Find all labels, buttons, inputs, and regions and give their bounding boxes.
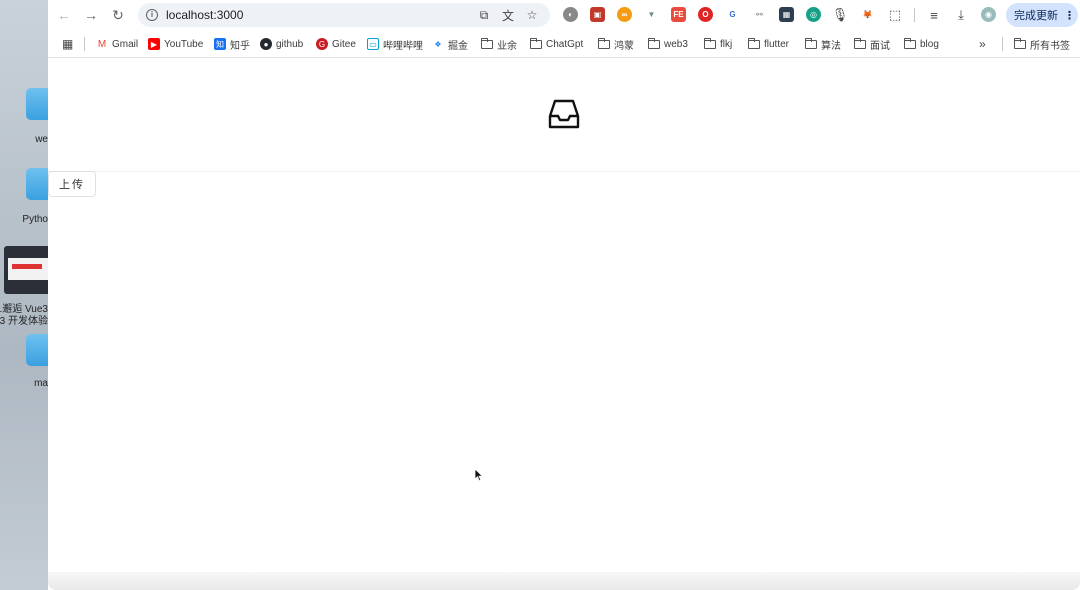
upload-dropzone[interactable]	[48, 58, 1080, 172]
gitee-icon: G	[316, 38, 328, 50]
update-button[interactable]: 完成更新 ⋮	[1006, 3, 1078, 27]
menu-dots-icon[interactable]: ⋮	[1064, 9, 1075, 22]
all-bookmarks-folder[interactable]: 所有书签	[1013, 36, 1070, 52]
extension-chatgpt-icon[interactable]: ◎	[806, 7, 821, 22]
folder-icon	[529, 37, 542, 49]
extension-fe-helper-icon[interactable]: FE	[671, 7, 686, 22]
desktop-label-vue3-subtitle: ue3 开发体验	[0, 316, 48, 327]
bookmark-folder-web3[interactable]: web3	[647, 36, 688, 52]
install-app-icon[interactable]: ⧉	[476, 7, 492, 23]
download-icon[interactable]: ⤓	[952, 6, 970, 24]
apps-grid-icon[interactable]: ▦	[62, 36, 73, 52]
gmail-icon: M	[96, 38, 108, 50]
folder-icon	[703, 37, 716, 49]
bookmark-star-icon[interactable]: ☆	[524, 7, 540, 23]
extension-dark-mode-icon[interactable]: ◐	[563, 7, 578, 22]
github-icon: ●	[260, 38, 272, 50]
zhihu-icon: 知	[214, 38, 226, 50]
microphone-icon[interactable]: 🎙	[831, 6, 849, 24]
bookmark-folder-blog[interactable]: blog	[903, 36, 939, 52]
bookmark-github[interactable]: ● github	[260, 36, 303, 52]
browser-window: ← → ↻ i ⧉ 文 ☆ ◐ ▣ ∞ ▼ FE O G ⚯ ▦ ◎ 🎙 🦊 ⬚…	[48, 0, 1080, 590]
desktop-folder-icon[interactable]	[26, 334, 48, 366]
desktop-label-ma: ma	[34, 378, 48, 389]
bookmark-folder-mianshi[interactable]: 面试	[853, 36, 890, 52]
browser-toolbar: ← → ↻ i ⧉ 文 ☆ ◐ ▣ ∞ ▼ FE O G ⚯ ▦ ◎ 🎙 🦊 ⬚…	[48, 0, 1080, 30]
reload-icon[interactable]: ↻	[108, 5, 128, 25]
folder-icon	[597, 37, 610, 49]
extension-cycle-icon[interactable]: ⚯	[752, 7, 767, 22]
page-content: 上传	[48, 58, 1080, 590]
bookmark-folder-yeyu[interactable]: 业余	[480, 36, 517, 52]
profile-avatar-icon[interactable]: ◉	[981, 7, 996, 22]
translate-icon[interactable]: 文	[500, 7, 516, 23]
desktop-label-we: we	[35, 134, 48, 145]
more-bookmarks-chevron-icon[interactable]: »	[979, 36, 986, 52]
folder-icon	[747, 37, 760, 49]
extension-translate-icon[interactable]: G	[725, 7, 740, 22]
juejin-icon: ❖	[432, 38, 444, 50]
desktop-folder-icon[interactable]	[26, 88, 48, 120]
bookmark-folder-flkj[interactable]: flkj	[703, 36, 732, 52]
extension-metamask-icon[interactable]: 🦊	[860, 7, 875, 22]
bookmark-gmail[interactable]: M Gmail	[96, 36, 138, 52]
window-bottom-edge	[48, 572, 1080, 590]
extension-orange-icon[interactable]: ∞	[617, 7, 632, 22]
url-input[interactable]	[166, 6, 466, 24]
folder-icon	[647, 37, 660, 49]
extensions-puzzle-icon[interactable]: ⬚	[886, 6, 904, 24]
forward-icon[interactable]: →	[81, 5, 101, 25]
back-icon[interactable]: ←	[54, 5, 74, 25]
youtube-icon: ▶	[148, 38, 160, 50]
folder-icon	[1013, 37, 1026, 49]
folder-icon	[853, 37, 866, 49]
folder-icon	[480, 37, 493, 49]
reading-list-icon[interactable]: ≡	[925, 6, 943, 24]
bookmark-bilibili[interactable]: ▭ 哔哩哔哩	[367, 36, 423, 52]
site-info-icon[interactable]: i	[146, 9, 158, 21]
desktop-label-python: Pytho	[22, 214, 48, 225]
desktop-folder-icon[interactable]	[26, 168, 48, 200]
bookmark-folder-suanfa[interactable]: 算法	[804, 36, 841, 52]
bookmark-youtube[interactable]: ▶ YouTube	[148, 36, 203, 52]
upload-button[interactable]: 上传	[48, 171, 96, 197]
extension-opera-icon[interactable]: O	[698, 7, 713, 22]
bookmark-folder-hongmeng[interactable]: 鸿蒙	[597, 36, 634, 52]
bookmark-folder-flutter[interactable]: flutter	[747, 36, 789, 52]
bookmarks-bar: ▦ M Gmail ▶ YouTube 知 知乎 ● github G Gite…	[48, 30, 1080, 58]
inbox-icon	[548, 99, 580, 129]
desktop-video-thumbnail[interactable]	[4, 246, 48, 294]
extension-grid-icon[interactable]: ▦	[779, 7, 794, 22]
bookmark-folder-chatgpt[interactable]: ChatGpt	[529, 36, 583, 52]
extension-vue-devtools-icon[interactable]: ▼	[644, 7, 659, 22]
bilibili-icon: ▭	[367, 38, 379, 50]
bookmark-juejin[interactable]: ❖ 掘金	[432, 36, 468, 52]
folder-icon	[804, 37, 817, 49]
folder-icon	[903, 37, 916, 49]
bookmark-gitee[interactable]: G Gitee	[316, 36, 356, 52]
address-bar[interactable]: i ⧉ 文 ☆	[138, 3, 550, 27]
bookmark-zhihu[interactable]: 知 知乎	[214, 36, 250, 52]
mouse-cursor-icon	[474, 468, 484, 482]
desktop-background: we Pytho 1.邂逅 Vue3 ue3 开发体验 ma	[0, 0, 48, 590]
update-button-label: 完成更新	[1014, 10, 1058, 22]
extension-red-icon[interactable]: ▣	[590, 7, 605, 22]
